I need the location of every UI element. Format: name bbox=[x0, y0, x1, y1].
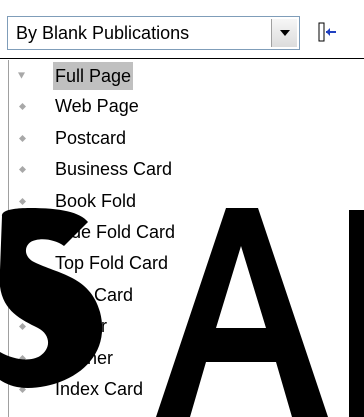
list-item-book-fold[interactable]: Book Fold bbox=[9, 186, 364, 217]
toolbar-separator bbox=[0, 58, 364, 59]
list-item-top-fold-card[interactable]: Top Fold Card bbox=[9, 248, 364, 279]
collapse-panel-icon[interactable] bbox=[316, 21, 338, 43]
publication-filter-dropdown[interactable]: By Blank Publications bbox=[7, 16, 300, 50]
list-item-label: Business Card bbox=[55, 159, 173, 180]
diamond-bullet-icon bbox=[19, 228, 26, 236]
toolbar: By Blank Publications bbox=[0, 0, 364, 60]
list-item-label: Top Fold Card bbox=[55, 253, 169, 274]
diamond-bullet-icon bbox=[19, 103, 26, 111]
publication-type-list: Full Page Web Page Postcard Business Car… bbox=[8, 60, 364, 417]
diamond-bullet-icon bbox=[19, 197, 26, 205]
list-item-label: Index Card bbox=[55, 378, 144, 399]
list-item-postcard[interactable]: Postcard bbox=[9, 123, 364, 154]
list-item-label: Banner bbox=[55, 347, 114, 368]
list-item-label: Side Fold Card bbox=[55, 221, 176, 242]
publication-filter-value: By Blank Publications bbox=[16, 23, 190, 43]
diamond-bullet-icon bbox=[19, 385, 26, 393]
triangle-bullet-icon bbox=[18, 72, 25, 79]
list-item-label: Tent Card bbox=[55, 284, 134, 305]
list-item-index-card[interactable]: Index Card bbox=[9, 374, 364, 405]
diamond-bullet-icon bbox=[19, 354, 26, 362]
diamond-bullet-icon bbox=[19, 291, 26, 299]
list-item-web-page[interactable]: Web Page bbox=[9, 91, 364, 122]
diamond-bullet-icon bbox=[19, 166, 26, 174]
list-item-business-card[interactable]: Business Card bbox=[9, 154, 364, 185]
list-item-poster[interactable]: Poster bbox=[9, 311, 364, 342]
diamond-bullet-icon bbox=[19, 134, 26, 142]
list-item-label: Postcard bbox=[55, 127, 127, 148]
list-item-label: Poster bbox=[55, 316, 108, 337]
chevron-down-icon bbox=[280, 30, 290, 36]
diamond-bullet-icon bbox=[19, 323, 26, 331]
list-item-label: Full Page bbox=[53, 62, 134, 90]
publication-types-pane: By Blank Publications Full Page Web Page… bbox=[0, 0, 364, 417]
diamond-bullet-icon bbox=[19, 260, 26, 268]
list-item-banner[interactable]: Banner bbox=[9, 343, 364, 374]
list-item-label: Web Page bbox=[55, 96, 139, 117]
list-item-side-fold-card[interactable]: Side Fold Card bbox=[9, 217, 364, 248]
list-item-label: Book Fold bbox=[55, 190, 137, 211]
list-item-tent-card[interactable]: Tent Card bbox=[9, 280, 364, 311]
list-item-full-page[interactable]: Full Page bbox=[9, 60, 364, 91]
dropdown-button[interactable] bbox=[271, 19, 297, 47]
